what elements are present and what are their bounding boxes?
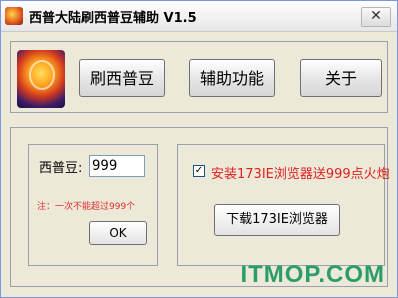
app-icon xyxy=(5,7,23,25)
watermark: ITMOP.COM xyxy=(240,261,385,288)
assist-functions-button[interactable]: 辅助功能 xyxy=(189,59,275,97)
ok-button[interactable]: OK xyxy=(89,221,147,245)
install-browser-label[interactable]: 安装173IE浏览器送999点火炮 xyxy=(211,163,390,182)
about-button[interactable]: 关于 xyxy=(300,59,382,97)
install-browser-checkbox[interactable]: ✓ xyxy=(193,165,205,177)
toolbar-panel: 刷西普豆 辅助功能 关于 xyxy=(10,41,388,113)
bean-amount-input[interactable]: 999 xyxy=(89,155,145,177)
brush-beans-button[interactable]: 刷西普豆 xyxy=(79,59,165,97)
app-window: 西普大陆刷西普豆辅助 V1.5 ✕ 刷西普豆 辅助功能 关于 西普豆: 999 … xyxy=(0,0,398,298)
bean-amount-label: 西普豆: xyxy=(39,161,83,176)
window-title: 西普大陆刷西普豆辅助 V1.5 xyxy=(29,11,197,26)
character-avatar xyxy=(17,50,65,108)
limit-note: 注：一次不能超过999个 xyxy=(37,202,136,212)
download-browser-button[interactable]: 下载173IE浏览器 xyxy=(214,204,340,236)
title-bar[interactable]: 西普大陆刷西普豆辅助 V1.5 ✕ xyxy=(1,1,397,32)
close-button[interactable]: ✕ xyxy=(361,7,391,27)
